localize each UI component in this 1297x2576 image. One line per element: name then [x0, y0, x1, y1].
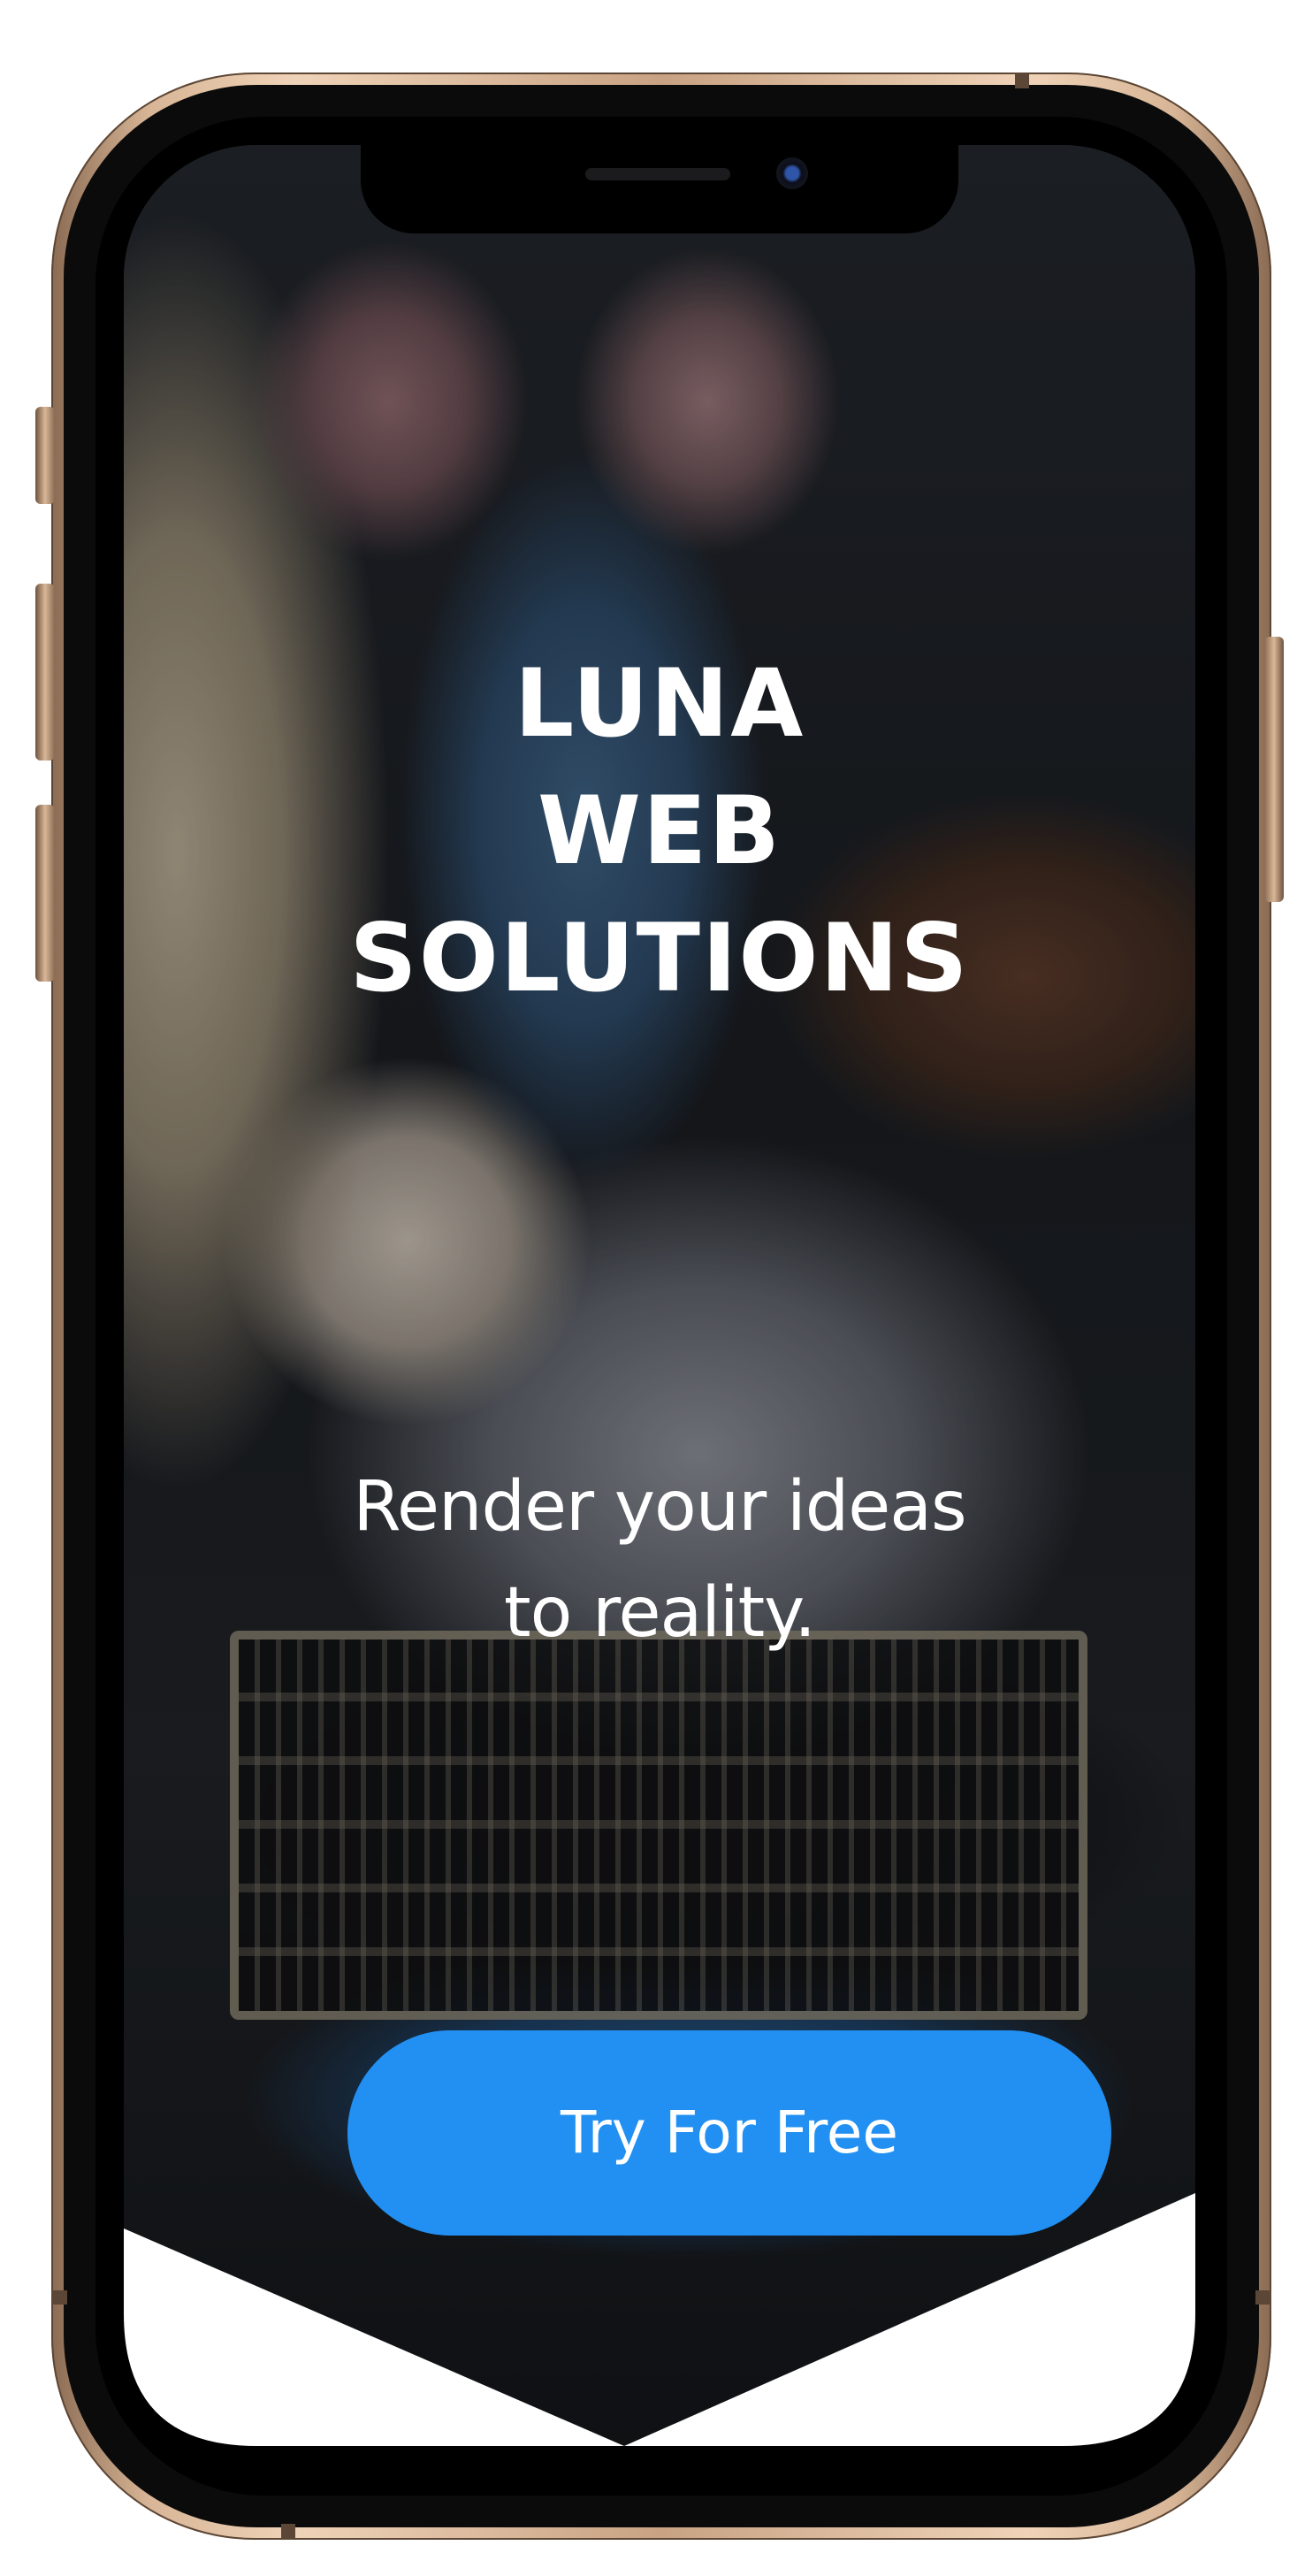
hero-tagline: Render your ideas to reality.: [124, 1454, 1195, 1666]
volume-down-button: [35, 805, 55, 982]
try-for-free-button[interactable]: Try For Free: [347, 2030, 1111, 2236]
phone-notch: [361, 145, 958, 233]
hero-tagline-line: to reality.: [504, 1573, 816, 1653]
antenna-line: [281, 2524, 295, 2540]
volume-up-button: [35, 584, 55, 761]
hero-title-line: WEB: [537, 776, 782, 885]
antenna-line: [1255, 2290, 1271, 2305]
front-camera: [776, 157, 808, 189]
antenna-line: [51, 2290, 67, 2305]
hero-title-line: LUNA: [514, 649, 805, 758]
silent-switch: [35, 407, 55, 504]
hero-title: LUNA WEB SOLUTIONS: [124, 640, 1195, 1022]
antenna-line: [1015, 73, 1029, 88]
phone-screen: LUNA WEB SOLUTIONS Render your ideas to …: [124, 145, 1195, 2446]
hero-title-line: SOLUTIONS: [349, 904, 970, 1013]
power-button: [1264, 637, 1284, 902]
hero-tagline-line: Render your ideas: [353, 1467, 966, 1547]
earpiece-speaker: [585, 168, 730, 180]
